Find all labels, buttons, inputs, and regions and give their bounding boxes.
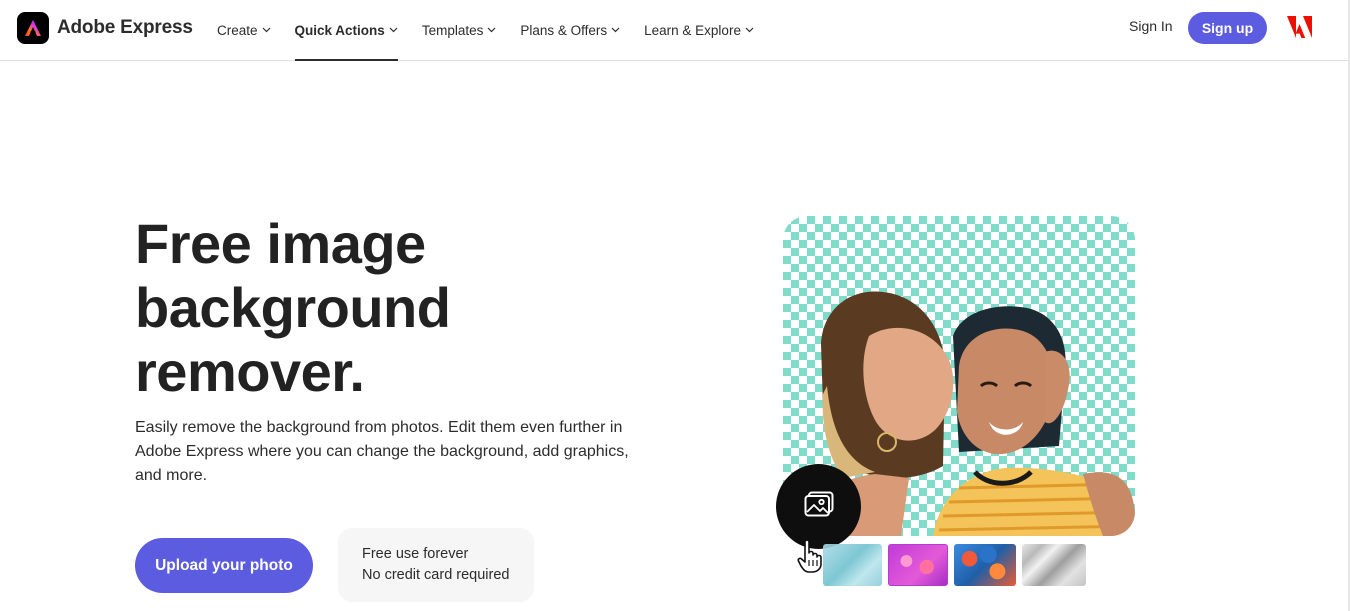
thumbnail-floral[interactable] (954, 544, 1016, 586)
background-thumbnails (823, 544, 1092, 586)
brand[interactable]: Adobe Express (17, 12, 193, 44)
chevron-down-icon (487, 27, 496, 33)
chevron-down-icon (745, 27, 754, 33)
chevron-down-icon (389, 27, 398, 33)
brand-name: Adobe Express (57, 17, 193, 38)
thumbnail-pink[interactable] (888, 544, 948, 586)
hero-description: Easily remove the background from photos… (135, 419, 629, 484)
chevron-down-icon (262, 27, 271, 33)
hero-title-line: remover. (135, 340, 365, 403)
adobe-express-logo-icon (17, 12, 49, 44)
upload-photo-button[interactable]: Upload your photo (135, 538, 313, 593)
nav-item-label: Quick Actions (294, 22, 385, 38)
hero-title-line: Free image (135, 212, 426, 275)
nav-item-label: Plans & Offers (520, 22, 608, 38)
info-free-use: Free use forever (362, 546, 469, 562)
nav-item-learn-explore[interactable]: Learn & Explore (644, 0, 754, 60)
hero-title-line: background (135, 276, 451, 339)
thumbnail-silver[interactable] (1022, 544, 1086, 586)
nav-item-quick-actions[interactable]: Quick Actions (294, 0, 399, 61)
image-icon (804, 491, 834, 522)
image-upload-fab[interactable] (776, 464, 861, 549)
chevron-down-icon (611, 27, 620, 33)
page: Adobe Express Create Quick Actions Templ… (0, 0, 1350, 611)
nav-item-templates[interactable]: Templates (422, 0, 497, 60)
hand-pointer-icon (797, 538, 825, 574)
main-nav: Create Quick Actions Templates Plans & O… (217, 0, 778, 61)
sign-in-link[interactable]: Sign In (1129, 18, 1173, 34)
info-no-credit-card: No credit card required (362, 567, 510, 583)
nav-item-plans-offers[interactable]: Plans & Offers (520, 0, 620, 60)
nav-item-label: Create (217, 22, 258, 38)
thumbnail-teal[interactable] (823, 544, 882, 586)
adobe-logo-icon[interactable] (1287, 16, 1312, 38)
nav-item-label: Learn & Explore (644, 22, 741, 38)
nav-item-create[interactable]: Create (217, 0, 271, 60)
top-navigation-bar: Adobe Express Create Quick Actions Templ… (0, 0, 1348, 61)
pricing-info-card: Free use forever No credit card required (338, 528, 534, 602)
nav-item-label: Templates (421, 22, 484, 38)
sign-up-button[interactable]: Sign up (1188, 12, 1267, 44)
hero-title: Free image background remover. (135, 212, 655, 404)
